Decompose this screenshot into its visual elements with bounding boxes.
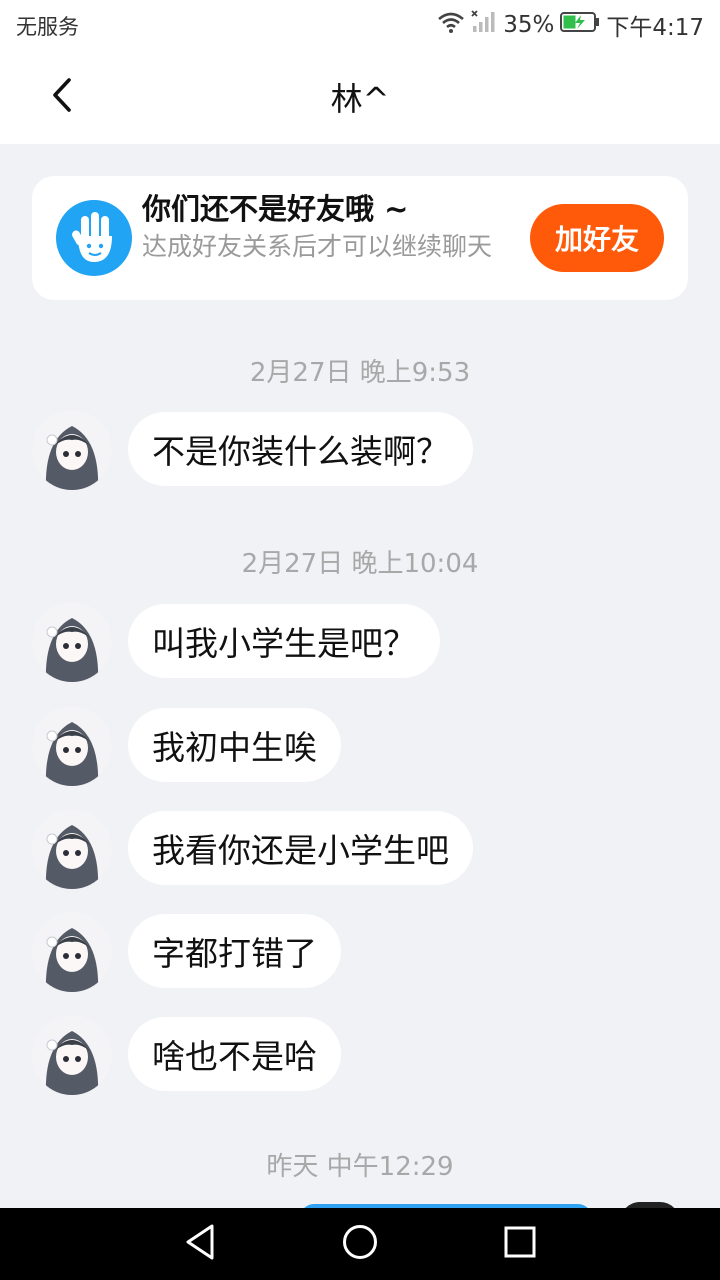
avatar[interactable] [32,410,112,490]
page-title: 林^ [330,80,390,118]
system-back-button[interactable] [178,1222,222,1266]
avatar[interactable] [32,1015,112,1095]
system-home-button[interactable] [338,1222,382,1266]
avatar[interactable] [32,706,112,786]
hand-icon [56,200,132,276]
notice-title: 你们还不是好友哦 ~ [142,192,409,226]
chat-timestamp: 昨天 中午12:29 [266,1152,454,1182]
message-bubble[interactable]: 啥也不是哈 [128,1017,341,1091]
status-icons: 35% 下午4:17 [437,9,704,41]
avatar[interactable] [32,809,112,889]
back-triangle-icon [183,1223,217,1265]
add-friend-button[interactable]: 加好友 [530,204,664,272]
message-bubble[interactable]: 我看你还是小学生吧 [128,811,473,885]
chat-timestamp: 2月27日 晚上10:04 [241,549,479,579]
chat-header: 林^ [0,50,720,144]
message-bubble[interactable]: 不是你装什么装啊？ [128,412,473,486]
status-bar: 无服务 35% 下午4:17 [0,0,720,50]
system-nav-bar [0,1208,720,1280]
carrier-label: 无服务 [16,15,79,39]
system-recents-button[interactable] [498,1222,542,1266]
message-bubble[interactable]: 字都打错了 [128,914,341,988]
friend-notice-card: 你们还不是好友哦 ~ 达成好友关系后才可以继续聊天 加好友 [32,176,688,300]
clock: 下午4:17 [606,15,704,41]
notice-subtitle: 达成好友关系后才可以继续聊天 [142,232,493,261]
message-bubble[interactable]: 我初中生唉 [128,708,341,782]
wifi-icon [437,11,465,39]
home-circle-icon [341,1223,379,1265]
avatar[interactable] [32,602,112,682]
signal-icon [471,10,497,40]
chat-timestamp: 2月27日 晚上9:53 [249,358,471,388]
battery-charging-icon [560,11,600,39]
recents-square-icon [503,1225,537,1263]
message-bubble[interactable]: 叫我小学生是吧？ [128,604,440,678]
battery-percent: 35% [503,12,555,38]
avatar[interactable] [32,912,112,992]
